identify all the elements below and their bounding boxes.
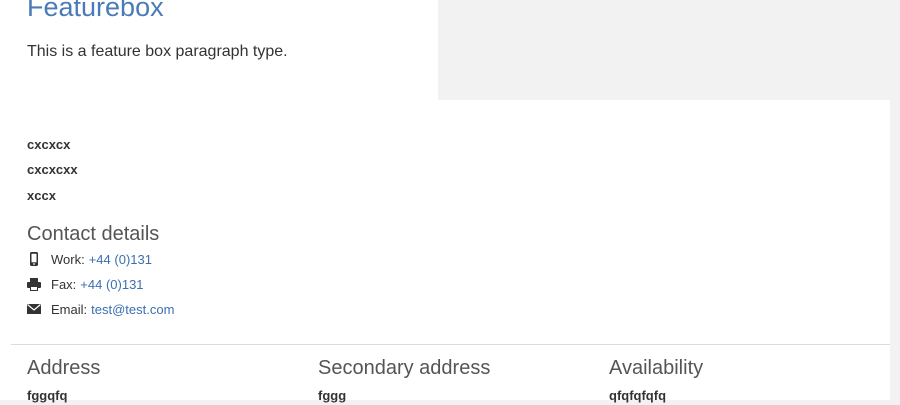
content-panel: cxcxcx cxcxcxx xccx Contact details Work… bbox=[11, 100, 890, 403]
secondary-address-value: fggg bbox=[318, 388, 347, 403]
secondary-address-heading: Secondary address bbox=[318, 357, 491, 379]
fax-label: Fax: bbox=[51, 276, 77, 292]
section-divider bbox=[11, 344, 890, 345]
featurebox-paragraph: This is a feature box paragraph type. bbox=[27, 43, 288, 60]
contact-work-row: Work: +44 (0)131 bbox=[27, 250, 152, 268]
fax-phone-link[interactable]: +44 (0)131 bbox=[80, 277, 143, 292]
work-label: Work: bbox=[51, 251, 85, 267]
page-left-strip bbox=[0, 0, 11, 400]
printer-icon bbox=[27, 277, 41, 291]
info-line: cxcxcx bbox=[27, 137, 71, 152]
work-phone-link[interactable]: +44 (0)131 bbox=[89, 252, 152, 267]
contact-details-heading: Contact details bbox=[27, 223, 160, 245]
availability-value: qfqfqfqfq bbox=[609, 388, 667, 403]
email-label: Email: bbox=[51, 301, 88, 317]
availability-heading: Availability bbox=[609, 357, 704, 379]
email-link[interactable]: test@test.com bbox=[91, 302, 174, 317]
contact-email-row: Email: test@test.com bbox=[27, 300, 174, 318]
featurebox-title: Featurebox bbox=[27, 0, 164, 22]
address-heading: Address bbox=[27, 357, 101, 379]
envelope-icon bbox=[27, 302, 41, 316]
address-value: fggqfq bbox=[27, 388, 68, 403]
info-line: cxcxcxx bbox=[27, 162, 78, 177]
mobile-phone-icon bbox=[27, 252, 41, 266]
contact-fax-row: Fax: +44 (0)131 bbox=[27, 275, 144, 293]
info-line: xccx bbox=[27, 188, 56, 203]
featurebox: Featurebox This is a feature box paragra… bbox=[11, 0, 438, 100]
